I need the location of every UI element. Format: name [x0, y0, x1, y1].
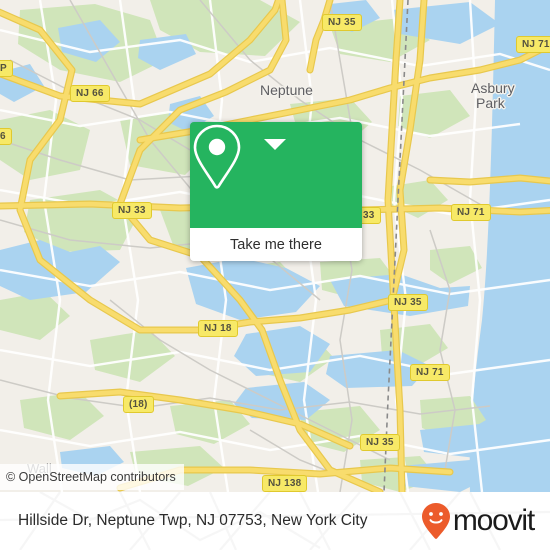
moovit-pin-smiley-icon [421, 503, 450, 539]
moovit-map-screenshot: Neptune Asbury Park Wall NJ 35 NJ 71 NJ … [0, 0, 550, 550]
highway-shield-18-alt: (18) [123, 396, 154, 413]
footer-bar: Hillside Dr, Neptune Twp, NJ 07753, New … [0, 492, 550, 550]
moovit-brand-logo[interactable]: moovit [421, 502, 535, 540]
highway-shield-nj138: NJ 138 [262, 475, 308, 492]
popup-pointer-tail [264, 139, 286, 150]
map-pin-icon [193, 124, 241, 189]
highway-shield-nj35-south: NJ 35 [360, 434, 400, 451]
highway-shield-left-p: P [0, 60, 13, 77]
highway-shield-nj71-south: NJ 71 [410, 364, 450, 381]
location-address-text: Hillside Dr, Neptune Twp, NJ 07753, New … [18, 512, 368, 529]
highway-shield-nj35-mid: NJ 35 [388, 294, 428, 311]
highway-shield-nj35-north: NJ 35 [322, 14, 362, 31]
highway-shield-nj71-north: NJ 71 [516, 36, 550, 53]
map-canvas[interactable]: Neptune Asbury Park Wall NJ 35 NJ 71 NJ … [0, 0, 550, 492]
popup-pin-panel [190, 122, 362, 228]
highway-shield-nj18: NJ 18 [198, 320, 238, 337]
osm-attribution-text: © OpenStreetMap contributors [6, 470, 176, 484]
highway-shield-nj71-mid: NJ 71 [451, 204, 491, 221]
osm-attribution[interactable]: © OpenStreetMap contributors [0, 464, 184, 490]
popup-action-bar[interactable]: Take me there [190, 228, 362, 261]
highway-shield-nj66: NJ 66 [70, 85, 110, 102]
highway-shield-nj33-west: NJ 33 [112, 202, 152, 219]
take-me-there-label: Take me there [230, 236, 322, 253]
moovit-wordmark: moovit [452, 504, 535, 537]
highway-shield-left-6: 6 [0, 128, 12, 145]
